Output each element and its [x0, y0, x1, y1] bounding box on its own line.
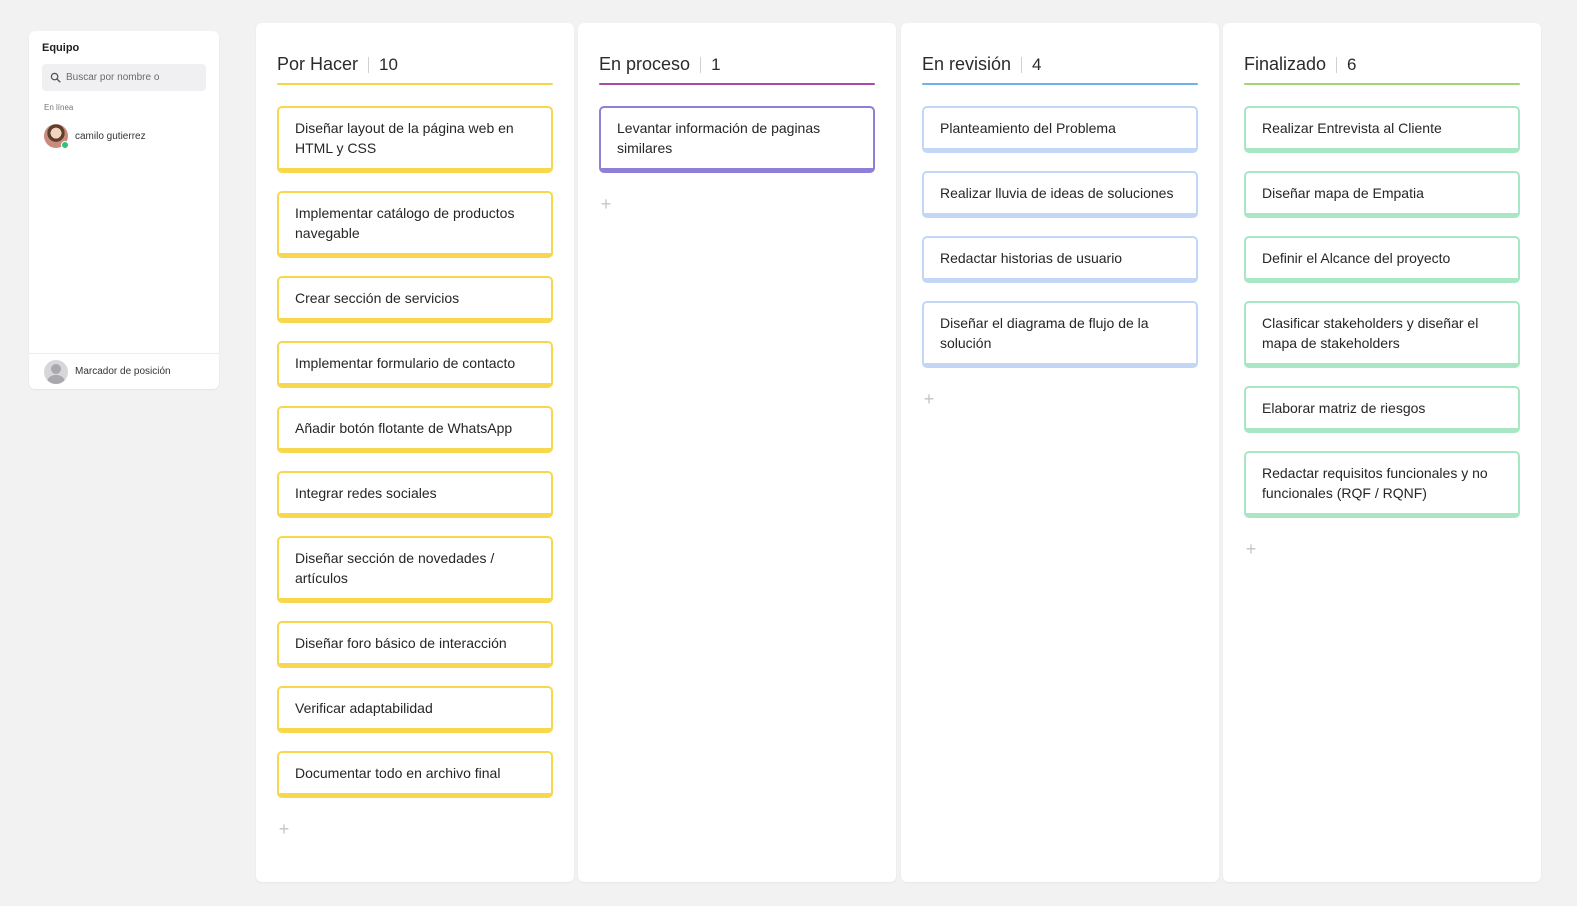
task-card[interactable]: Diseñar layout de la página web en HTML …: [277, 106, 553, 173]
task-card[interactable]: Elaborar matriz de riesgos: [1244, 386, 1520, 433]
task-card[interactable]: Integrar redes sociales: [277, 471, 553, 518]
column-4: Finalizado 6 Realizar Entrevista al Client…: [1223, 23, 1541, 882]
column-1: Por Hacer 10 Diseñar layout de la página w…: [256, 23, 574, 882]
card-list: Diseñar layout de la página web en HTML …: [277, 106, 553, 840]
task-card[interactable]: Implementar catálogo de productos navega…: [277, 191, 553, 258]
column-accent-line: [1244, 83, 1520, 85]
column-header[interactable]: En revisión 4: [922, 43, 1198, 86]
team-panel: Equipo En línea camilo gutierrez Marcado…: [29, 31, 219, 389]
task-card[interactable]: Clasificar stakeholders y diseñar el map…: [1244, 301, 1520, 368]
task-card[interactable]: Implementar formulario de contacto: [277, 341, 553, 388]
member-name: camilo gutierrez: [75, 130, 146, 142]
member-item[interactable]: camilo gutierrez: [44, 124, 146, 149]
online-status-icon: [61, 141, 69, 149]
placeholder-member[interactable]: Marcador de posición: [29, 353, 219, 389]
column-title: En proceso: [599, 54, 691, 74]
column-header[interactable]: En proceso 1: [599, 43, 875, 86]
column-3: En revisión 4 Planteamiento del Problema Re…: [901, 23, 1219, 882]
column-count: 4: [1032, 54, 1042, 74]
column-count: 1: [711, 54, 721, 74]
task-card[interactable]: Diseñar sección de novedades / artículos: [277, 536, 553, 603]
task-card[interactable]: Documentar todo en archivo final: [277, 751, 553, 798]
online-label: En línea: [44, 103, 74, 112]
task-card[interactable]: Realizar Entrevista al Cliente: [1244, 106, 1520, 153]
task-card[interactable]: Levantar información de paginas similare…: [599, 106, 875, 173]
task-card[interactable]: Diseñar foro básico de interacción: [277, 621, 553, 668]
placeholder-label: Marcador de posición: [75, 366, 171, 377]
task-card[interactable]: Diseñar el diagrama de flujo de la soluc…: [922, 301, 1198, 368]
task-card[interactable]: Planteamiento del Problema: [922, 106, 1198, 153]
add-card-button[interactable]: +: [1244, 540, 1258, 558]
search-icon: [50, 72, 62, 84]
column-title: Finalizado: [1244, 54, 1327, 74]
team-search-input[interactable]: [66, 72, 196, 83]
team-title: Equipo: [42, 42, 80, 54]
column-divider: [700, 56, 702, 73]
column-accent-line: [599, 83, 875, 85]
column-accent-line: [277, 83, 553, 85]
column-divider: [1336, 56, 1338, 73]
column-2: En proceso 1 Levantar información de pagin…: [578, 23, 896, 882]
column-count: 6: [1347, 54, 1357, 74]
card-list: Planteamiento del Problema Realizar lluvi…: [922, 106, 1198, 410]
column-header[interactable]: Finalizado 6: [1244, 43, 1520, 86]
column-count: 10: [379, 54, 398, 74]
placeholder-avatar-icon: [44, 359, 68, 384]
column-accent-line: [922, 83, 1198, 85]
task-card[interactable]: Redactar historias de usuario: [922, 236, 1198, 283]
task-card[interactable]: Verificar adaptabilidad: [277, 686, 553, 733]
column-divider: [368, 56, 370, 73]
task-card[interactable]: Crear sección de servicios: [277, 276, 553, 323]
card-list: Realizar Entrevista al Cliente Diseñar ma…: [1244, 106, 1520, 560]
add-card-button[interactable]: +: [277, 820, 291, 838]
team-search[interactable]: [42, 64, 206, 91]
column-divider: [1021, 56, 1023, 73]
task-card[interactable]: Definir el Alcance del proyecto: [1244, 236, 1520, 283]
column-title: En revisión: [922, 54, 1012, 74]
task-card[interactable]: Añadir botón flotante de WhatsApp: [277, 406, 553, 453]
add-card-button[interactable]: +: [599, 195, 613, 213]
task-card[interactable]: Realizar lluvia de ideas de soluciones: [922, 171, 1198, 218]
avatar: [44, 124, 69, 149]
task-card[interactable]: Redactar requisitos funcionales y no fun…: [1244, 451, 1520, 518]
task-card[interactable]: Diseñar mapa de Empatia: [1244, 171, 1520, 218]
column-header[interactable]: Por Hacer 10: [277, 43, 553, 86]
card-list: Levantar información de paginas similare…: [599, 106, 875, 215]
column-title: Por Hacer: [277, 54, 359, 74]
add-card-button[interactable]: +: [922, 390, 936, 408]
